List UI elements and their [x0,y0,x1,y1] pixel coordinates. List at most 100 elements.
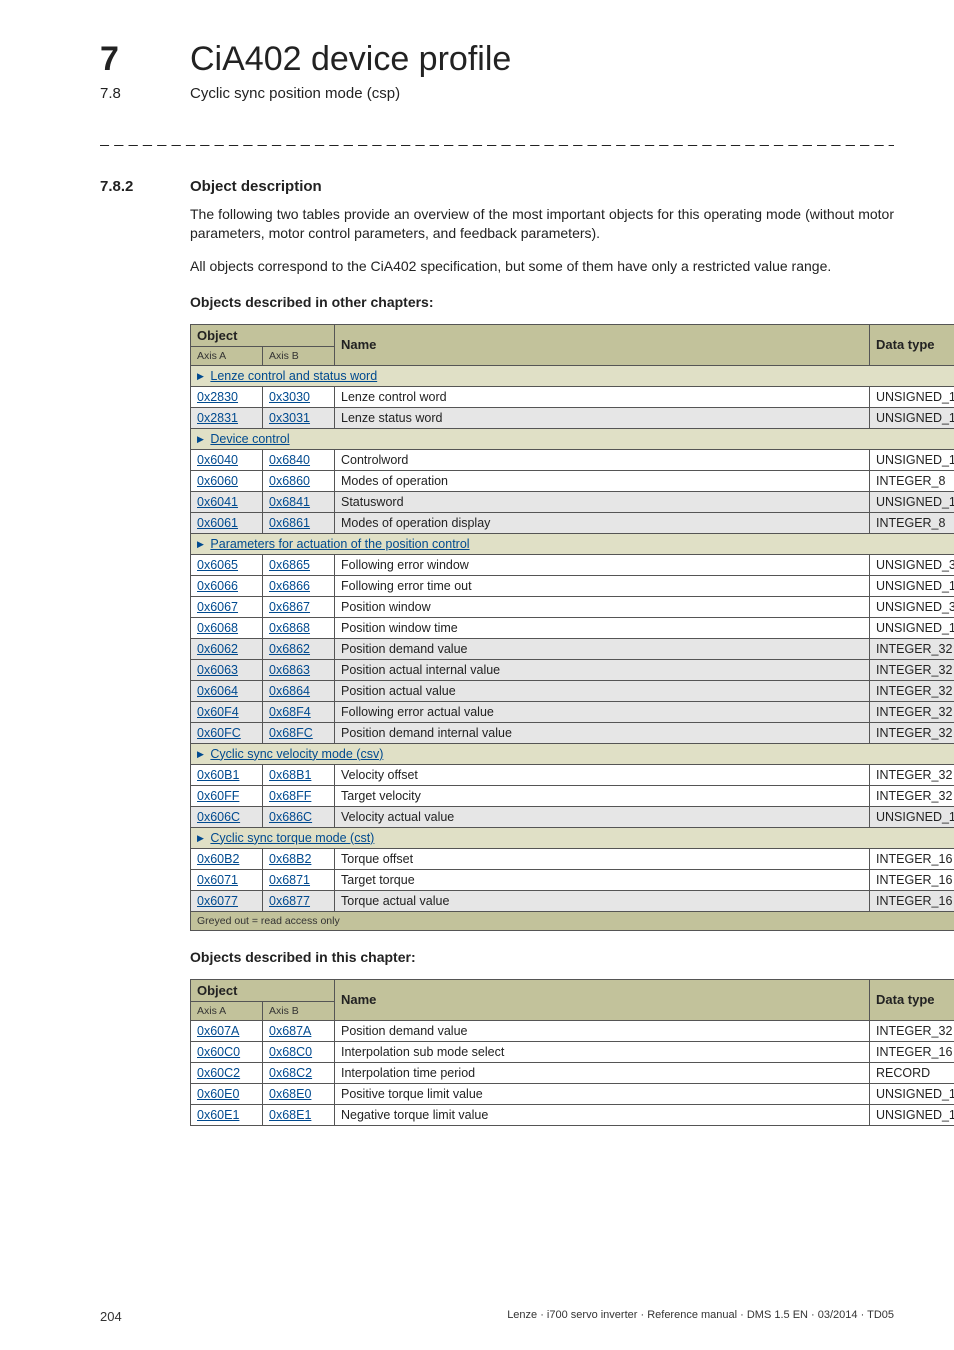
object-link-axis-a[interactable]: 0x6064 [197,684,238,698]
table-row: 0x28300x3030Lenze control wordUNSIGNED_1… [191,386,954,407]
object-link-axis-a[interactable]: 0x6060 [197,474,238,488]
data-type: UNSIGNED_32 [870,596,954,617]
group-row[interactable]: ▶ Cyclic sync velocity mode (csv) [191,743,954,764]
col-header-object: Object [191,979,335,1001]
data-type: UNSIGNED_16 [870,407,954,428]
table-row: 0x60C20x68C2Interpolation time periodREC… [191,1062,954,1083]
table-row: 0x28310x3031Lenze status wordUNSIGNED_16 [191,407,954,428]
group-link[interactable]: Lenze control and status word [210,369,377,383]
group-link[interactable]: Device control [210,432,289,446]
object-link-axis-a[interactable]: 0x2831 [197,411,238,425]
object-link-axis-b[interactable]: 0x6840 [269,453,310,467]
data-type: UNSIGNED_32 [870,554,954,575]
table-heading: Objects described in other chapters: [190,294,894,310]
object-link-axis-a[interactable]: 0x60B2 [197,852,239,866]
object-link-axis-a[interactable]: 0x60FC [197,726,241,740]
table-row: 0x60710x6871Target torqueINTEGER_16 [191,869,954,890]
object-link-axis-a[interactable]: 0x60F4 [197,705,239,719]
group-row[interactable]: ▶ Lenze control and status word [191,365,954,386]
object-link-axis-a[interactable]: 0x60E0 [197,1087,239,1101]
object-link-axis-b[interactable]: 0x3031 [269,411,310,425]
object-link-axis-b[interactable]: 0x687A [269,1024,311,1038]
object-link-axis-a[interactable]: 0x6071 [197,873,238,887]
object-name: Velocity offset [335,764,870,785]
data-type: INTEGER_32 [870,701,954,722]
object-link-axis-b[interactable]: 0x68FF [269,789,311,803]
object-link-axis-b[interactable]: 0x6841 [269,495,310,509]
group-row[interactable]: ▶ Cyclic sync torque mode (cst) [191,827,954,848]
object-link-axis-b[interactable]: 0x6877 [269,894,310,908]
data-type: UNSIGNED_16 [870,491,954,512]
object-link-axis-a[interactable]: 0x60E1 [197,1108,239,1122]
object-link-axis-b[interactable]: 0x6861 [269,516,310,530]
object-link-axis-b[interactable]: 0x6871 [269,873,310,887]
object-link-axis-a[interactable]: 0x6040 [197,453,238,467]
table-row: 0x60C0 0x68C0 Interpolation sub mode selec… [191,1041,954,1062]
object-link-axis-b[interactable]: 0x6864 [269,684,310,698]
object-name: Position demand value [335,638,870,659]
data-type: INTEGER_32 [870,764,954,785]
object-link-axis-b[interactable]: 0x6867 [269,600,310,614]
object-link-axis-a[interactable]: 0x6068 [197,621,238,635]
object-name: Interpolation sub mode select [335,1041,870,1062]
object-link-axis-a[interactable]: 0x6077 [197,894,238,908]
object-link-axis-a[interactable]: 0x607A [197,1024,239,1038]
object-name: Following error actual value [335,701,870,722]
col-header-name: Name [335,324,870,365]
object-link-axis-a[interactable]: 0x60B1 [197,768,239,782]
object-link-axis-b[interactable]: 0x68E0 [269,1087,311,1101]
object-name: Controlword [335,449,870,470]
object-link-axis-a[interactable]: 0x6041 [197,495,238,509]
page-number: 204 [100,1309,122,1324]
object-link-axis-a[interactable]: 0x606C [197,810,240,824]
object-link-axis-a[interactable]: 0x60C0 [197,1045,240,1059]
disclosure-triangle-icon: ▶ [197,749,204,759]
group-row[interactable]: ▶ Device control [191,428,954,449]
data-type: INTEGER_8 [870,470,954,491]
footer-text: Lenze · i700 servo inverter · Reference … [507,1309,894,1324]
objects-table-other: Object Name Data type Axis A Axis B ▶ Le… [190,324,954,931]
object-link-axis-a[interactable]: 0x6065 [197,558,238,572]
object-name: Torque actual value [335,890,870,911]
disclosure-triangle-icon: ▶ [197,434,204,444]
group-link[interactable]: Cyclic sync velocity mode (csv) [210,747,383,761]
object-link-axis-a[interactable]: 0x6062 [197,642,238,656]
data-type: UNSIGNED_16 [870,386,954,407]
object-link-axis-b[interactable]: 0x6862 [269,642,310,656]
object-link-axis-b[interactable]: 0x68B2 [269,852,311,866]
object-link-axis-b[interactable]: 0x6860 [269,474,310,488]
object-name: Statusword [335,491,870,512]
object-link-axis-b[interactable]: 0x6868 [269,621,310,635]
object-link-axis-b[interactable]: 0x68E1 [269,1108,311,1122]
object-link-axis-b[interactable]: 0x6863 [269,663,310,677]
data-type: INTEGER_16 [870,890,954,911]
object-link-axis-b[interactable]: 0x68F4 [269,705,311,719]
group-link[interactable]: Cyclic sync torque mode (cst) [210,831,374,845]
data-type: INTEGER_32 [870,659,954,680]
object-link-axis-b[interactable]: 0x6866 [269,579,310,593]
col-header-axis-a: Axis A [191,1001,263,1020]
object-name: Target torque [335,869,870,890]
object-link-axis-b[interactable]: 0x6865 [269,558,310,572]
object-link-axis-b[interactable]: 0x68C0 [269,1045,312,1059]
object-link-axis-a[interactable]: 0x6061 [197,516,238,530]
object-link-axis-a[interactable]: 0x60C2 [197,1066,240,1080]
object-link-axis-b[interactable]: 0x68FC [269,726,313,740]
group-link[interactable]: Parameters for actuation of the position… [210,537,469,551]
object-link-axis-b[interactable]: 0x3030 [269,390,310,404]
object-link-axis-a[interactable]: 0x6063 [197,663,238,677]
object-name: Following error window [335,554,870,575]
object-link-axis-b[interactable]: 0x686C [269,810,312,824]
group-row[interactable]: ▶ Parameters for actuation of the positi… [191,533,954,554]
table-row: 0x60670x6867Position windowUNSIGNED_32 [191,596,954,617]
object-link-axis-a[interactable]: 0x6066 [197,579,238,593]
object-link-axis-a[interactable]: 0x2830 [197,390,238,404]
object-link-axis-a[interactable]: 0x60FF [197,789,239,803]
object-name: Target velocity [335,785,870,806]
table-row: 0x60630x6863Position actual internal val… [191,659,954,680]
object-link-axis-b[interactable]: 0x68C2 [269,1066,312,1080]
object-name: Following error time out [335,575,870,596]
section-title: Cyclic sync position mode (csp) [190,85,400,102]
object-link-axis-a[interactable]: 0x6067 [197,600,238,614]
object-link-axis-b[interactable]: 0x68B1 [269,768,311,782]
